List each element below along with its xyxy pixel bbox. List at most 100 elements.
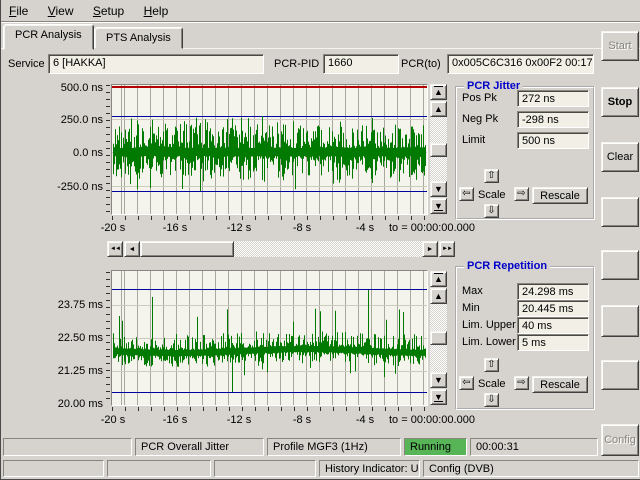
rep-xaxis-end-label: to = 00:00:00.000 — [389, 414, 475, 426]
jitter-vscroll-bottom-button[interactable]: ▼ — [430, 198, 447, 214]
rep-ytick-2000: 20.00 ms — [31, 398, 103, 410]
tab-pcr-analysis[interactable]: PCR Analysis — [3, 24, 94, 50]
fast-right-icon: ►► — [442, 246, 452, 252]
status2-empty-3 — [214, 460, 316, 477]
scale-right-icon: ⇨ — [517, 378, 525, 388]
scroll-down-icon: ▼ — [434, 185, 443, 194]
pcr-pid-field[interactable]: 1660 — [323, 54, 399, 74]
right-arrow-icon: ► — [427, 246, 434, 253]
status-elapsed-time: 00:00:31 — [470, 438, 598, 456]
jitter-rescale-button[interactable]: Rescale — [532, 187, 588, 204]
rep-scale-down-button[interactable]: ⇩ — [484, 393, 499, 407]
rep-scale-right-button[interactable]: ⇨ — [514, 376, 529, 390]
jitter-x-minor-ticks — [112, 216, 429, 220]
scroll-down-icon: ▼ — [434, 376, 443, 385]
jitter-scale-label: Scale — [478, 189, 506, 201]
scale-down-icon: ⇩ — [487, 206, 495, 216]
min-label: Min — [462, 302, 480, 314]
menu-bar: File View Setup Help — [1, 0, 640, 22]
jitter-xtick-1: -16 s — [163, 222, 187, 234]
status2-empty-2 — [107, 460, 211, 477]
pos-pk-label: Pos Pk — [462, 92, 497, 104]
rep-vscroll-bottom-button[interactable]: ▼ — [430, 389, 447, 405]
scroll-to-top-icon: ▲ — [434, 275, 443, 284]
service-field[interactable]: 6 [HAKKA] — [48, 54, 264, 74]
status-config-standard: Config (DVB) — [423, 460, 639, 477]
rep-xtick-4: -4 s — [356, 414, 374, 426]
jitter-waveform — [112, 85, 427, 214]
hscroll-thumb[interactable] — [140, 241, 234, 257]
rep-ytick-2250: 22.50 ms — [31, 332, 103, 344]
rep-xtick-3: -8 s — [293, 414, 311, 426]
jitter-scale-right-button[interactable]: ⇨ — [514, 187, 529, 201]
hscroll-right-button[interactable]: ► — [422, 241, 438, 257]
menu-view[interactable]: View — [40, 0, 82, 21]
rep-vscroll-up-button[interactable]: ▲ — [430, 288, 447, 304]
status-history-indicator: History Indicator: Unlimited — [319, 460, 420, 477]
jitter-y-minor-ticks — [106, 85, 110, 214]
rep-vscroll-down-button[interactable]: ▼ — [430, 372, 447, 388]
jitter-scale-left-button[interactable]: ⇦ — [459, 187, 474, 201]
rep-ytick-2125: 21.25 ms — [31, 365, 103, 377]
menu-setup[interactable]: Setup — [85, 0, 132, 21]
jitter-ytick-500: 500.0 ns — [31, 82, 103, 94]
jitter-vscroll-top-button[interactable]: ▲ — [430, 84, 447, 100]
pos-pk-field: 272 ns — [517, 90, 589, 107]
repetition-plot — [111, 270, 428, 406]
left-arrow-icon: ◄ — [129, 246, 136, 253]
service-label: Service — [8, 58, 45, 70]
clear-button[interactable]: Clear — [601, 142, 639, 172]
rep-rescale-button[interactable]: Rescale — [532, 376, 588, 393]
fast-left-icon: ◄◄ — [110, 246, 120, 252]
pcr-to-field: 0x005C6C316 0x00F2 00:17:5 — [447, 54, 594, 74]
jitter-ytick-0: 0.0 ns — [31, 147, 103, 159]
jitter-ytick-250: 250.0 ns — [31, 114, 103, 126]
rep-xtick-2: -12 s — [227, 414, 251, 426]
hscroll-left-button[interactable]: ◄ — [124, 241, 140, 257]
lim-upper-label: Lim. Upper — [462, 319, 516, 331]
rep-scale-up-button[interactable]: ⇧ — [484, 358, 499, 372]
hscroll-fast-left-button[interactable]: ◄◄ — [107, 241, 123, 257]
side-button-blank-4 — [601, 360, 639, 390]
status-running-badge: Running — [404, 438, 467, 456]
stop-button[interactable]: Stop — [601, 87, 639, 117]
rep-ytick-2375: 23.75 ms — [31, 299, 103, 311]
scale-right-icon: ⇨ — [517, 189, 525, 199]
limit-field: 500 ns — [517, 132, 589, 149]
scroll-up-icon: ▲ — [434, 292, 443, 301]
limit-label: Limit — [462, 134, 485, 146]
status-measurement-mode: PCR Overall Jitter — [135, 438, 264, 456]
neg-pk-field: -298 ns — [517, 111, 589, 128]
rep-scale-label: Scale — [478, 378, 506, 390]
status-profile: Profile MGF3 (1Hz) — [267, 438, 401, 456]
config-button[interactable]: Config — [601, 424, 639, 456]
start-button[interactable]: Start — [601, 31, 639, 61]
scroll-to-top-icon: ▲ — [434, 88, 443, 97]
jitter-scale-up-button[interactable]: ⇧ — [484, 169, 499, 183]
rep-vscroll-thumb[interactable] — [430, 331, 447, 345]
pcr-repetition-title: PCR Repetition — [464, 260, 550, 272]
jitter-xtick-4: -4 s — [356, 222, 374, 234]
jitter-xtick-3: -8 s — [293, 222, 311, 234]
hscroll-fast-right-button[interactable]: ►► — [439, 241, 455, 257]
tab-pts-analysis[interactable]: PTS Analysis — [94, 27, 183, 49]
jitter-vscroll-thumb[interactable] — [430, 143, 447, 157]
jitter-vscroll-up-button[interactable]: ▲ — [430, 101, 447, 117]
jitter-xaxis-end-label: to = 00:00:00.000 — [389, 222, 475, 234]
max-field: 24.298 ms — [517, 283, 589, 300]
menu-help[interactable]: Help — [136, 0, 177, 21]
lim-lower-label: Lim. Lower — [462, 336, 516, 348]
lim-lower-field: 5 ms — [517, 334, 589, 351]
jitter-vscroll-down-button[interactable]: ▼ — [430, 181, 447, 197]
rep-y-minor-ticks — [106, 272, 110, 405]
repetition-waveform — [112, 271, 427, 405]
scale-up-icon: ⇧ — [487, 360, 495, 370]
scale-up-icon: ⇧ — [487, 171, 495, 181]
jitter-scale-down-button[interactable]: ⇩ — [484, 204, 499, 218]
rep-scale-left-button[interactable]: ⇦ — [459, 376, 474, 390]
rep-x-minor-ticks — [112, 407, 429, 411]
scale-down-icon: ⇩ — [487, 395, 495, 405]
jitter-plot — [111, 84, 428, 215]
menu-file[interactable]: File — [1, 0, 36, 21]
rep-vscroll-top-button[interactable]: ▲ — [430, 271, 447, 287]
